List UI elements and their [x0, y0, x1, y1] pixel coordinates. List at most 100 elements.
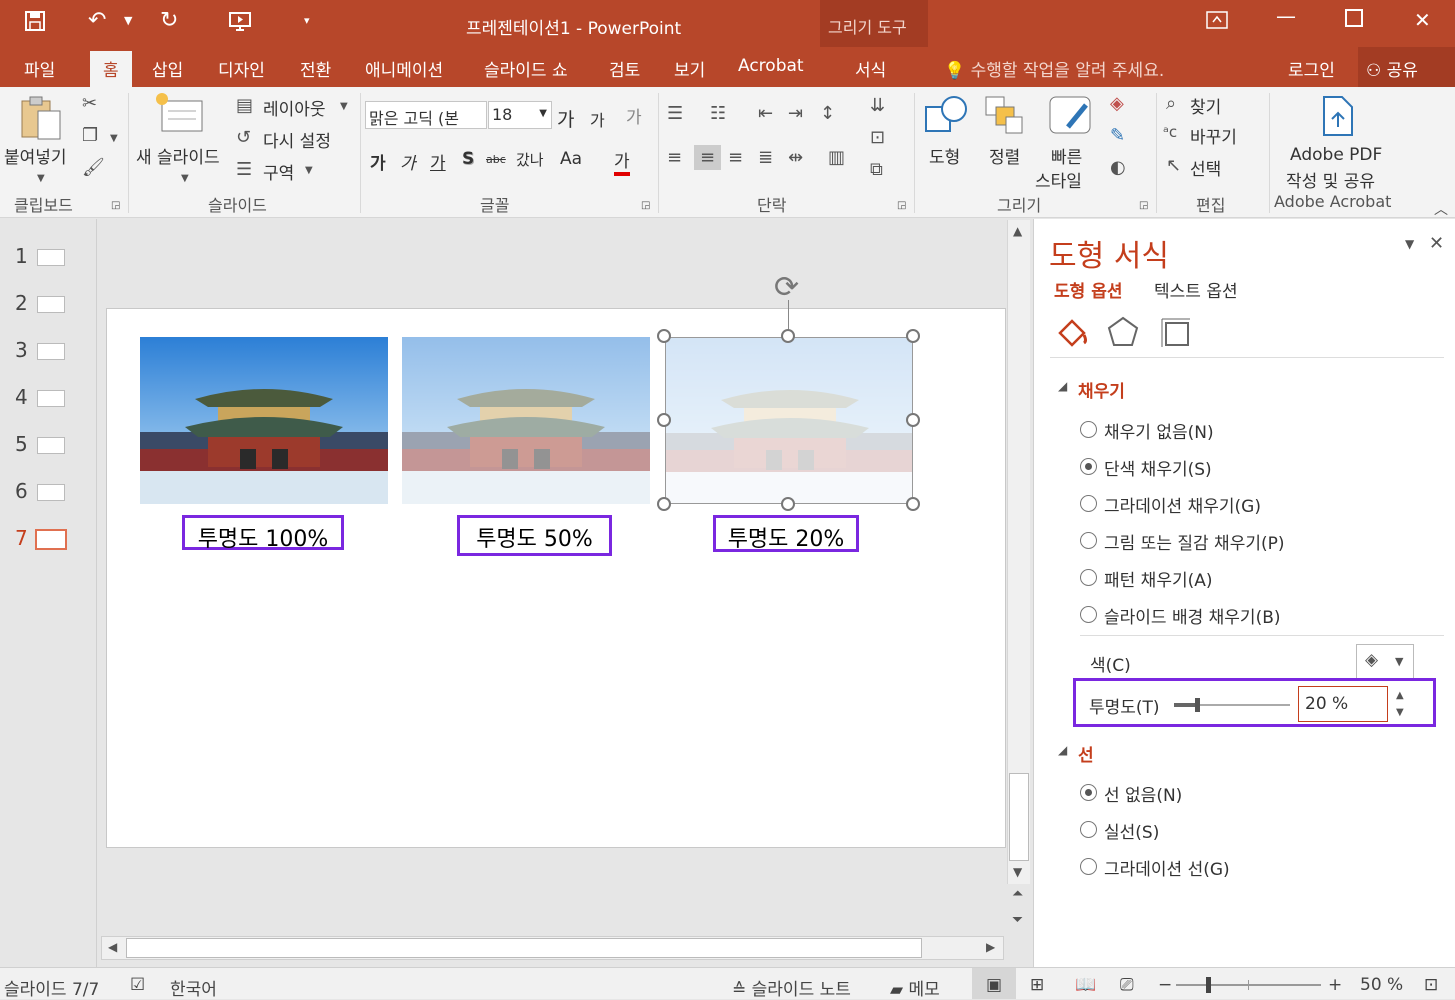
- pane-options-icon[interactable]: ▼: [1405, 237, 1414, 251]
- resize-handle-s[interactable]: [781, 497, 795, 511]
- tab-view[interactable]: 보기: [674, 56, 705, 81]
- language-indicator[interactable]: 한국어: [170, 975, 217, 1000]
- undo-dropdown-icon[interactable]: ▼: [124, 14, 132, 27]
- scroll-down-icon[interactable]: ▼: [1013, 865, 1022, 879]
- line-section-header[interactable]: 선: [1078, 741, 1094, 766]
- radio-gradient-fill[interactable]: [1080, 495, 1097, 512]
- palace-image-20[interactable]: [665, 337, 913, 504]
- section-icon[interactable]: ☰: [236, 159, 252, 180]
- tab-design[interactable]: 디자인: [218, 56, 265, 81]
- copy-icon[interactable]: ❐: [82, 125, 98, 146]
- maximize-icon[interactable]: [1345, 8, 1363, 32]
- label-opacity-20[interactable]: 투명도 20%: [713, 515, 859, 552]
- spin-up-icon[interactable]: ▲: [1396, 690, 1404, 701]
- numbering-icon[interactable]: ☷: [710, 103, 726, 124]
- tab-shape-options[interactable]: 도형 옵션: [1054, 277, 1122, 302]
- font-size-combo[interactable]: 18 ▼: [488, 101, 552, 129]
- label-opacity-50[interactable]: 투명도 50%: [457, 515, 612, 556]
- tell-me-box[interactable]: 💡 수행할 작업을 알려 주세요.: [944, 56, 1164, 81]
- section-button[interactable]: 구역: [263, 159, 294, 184]
- increase-indent-icon[interactable]: ⇥: [788, 103, 803, 124]
- scroll-right-icon[interactable]: ▶: [986, 940, 995, 954]
- resize-handle-e[interactable]: [906, 413, 920, 427]
- zoom-in-icon[interactable]: +: [1328, 975, 1342, 995]
- font-launcher-icon[interactable]: ◲: [641, 200, 650, 211]
- tab-format[interactable]: 서식: [855, 56, 886, 81]
- ribbon-display-icon[interactable]: [1206, 10, 1228, 34]
- horizontal-scrollbar[interactable]: ◀ ▶: [101, 936, 1004, 960]
- shapes-button[interactable]: 도형: [929, 143, 960, 168]
- strikethrough-button[interactable]: abc: [486, 153, 506, 166]
- radio-pattern-fill[interactable]: [1080, 569, 1097, 586]
- paste-label[interactable]: 붙여넣기: [4, 143, 67, 168]
- smartart-icon[interactable]: ⧉: [870, 159, 883, 180]
- slide-thumb-6[interactable]: [37, 484, 65, 501]
- select-icon[interactable]: ↖: [1166, 155, 1181, 176]
- slide-thumb-3[interactable]: [37, 343, 65, 360]
- paste-icon[interactable]: [18, 93, 64, 146]
- quick-styles-icon[interactable]: [1048, 93, 1094, 144]
- fill-option-2[interactable]: 그라데이션 채우기(G): [1104, 492, 1261, 517]
- shrink-font-button[interactable]: 가: [590, 107, 605, 131]
- columns-icon[interactable]: ▥: [828, 147, 845, 168]
- rotate-handle-icon[interactable]: ⟳: [774, 270, 799, 305]
- align-text-icon[interactable]: ⊡: [870, 127, 885, 148]
- scroll-thumb[interactable]: [1009, 773, 1029, 861]
- align-center-icon[interactable]: ≡: [694, 145, 722, 170]
- resize-handle-sw[interactable]: [657, 497, 671, 511]
- fill-line-icon[interactable]: [1054, 315, 1090, 356]
- line-option-2[interactable]: 그라데이션 선(G): [1104, 855, 1230, 880]
- justify-icon[interactable]: ≣: [758, 147, 773, 168]
- new-slide-label[interactable]: 새 슬라이드: [136, 143, 220, 168]
- decrease-indent-icon[interactable]: ⇤: [758, 103, 773, 124]
- line-option-0[interactable]: 선 없음(N): [1104, 781, 1182, 806]
- select-button[interactable]: 선택: [1190, 155, 1221, 180]
- bold-button[interactable]: 가: [370, 149, 386, 174]
- fill-option-3[interactable]: 그림 또는 질감 채우기(P): [1104, 529, 1285, 554]
- scroll-up-icon[interactable]: ▲: [1013, 224, 1022, 238]
- shape-effects-icon[interactable]: ◐: [1110, 157, 1126, 178]
- arrange-icon[interactable]: [982, 93, 1026, 144]
- line-spacing-icon[interactable]: ↕: [820, 103, 835, 124]
- adobe-share-label[interactable]: 작성 및 공유: [1286, 167, 1375, 192]
- label-opacity-100[interactable]: 투명도 100%: [182, 515, 344, 552]
- fit-to-window-icon[interactable]: ⊡: [1424, 975, 1438, 995]
- radio-picture-fill[interactable]: [1080, 532, 1097, 549]
- shape-fill-icon[interactable]: ◈: [1110, 93, 1124, 114]
- section-dropdown-icon[interactable]: ▼: [305, 165, 313, 176]
- layout-dropdown-icon[interactable]: ▼: [340, 101, 348, 112]
- tab-home[interactable]: 홈: [90, 51, 132, 87]
- distributed-icon[interactable]: ⇹: [788, 147, 803, 168]
- tab-insert[interactable]: 삽입: [152, 56, 183, 81]
- zoom-slider[interactable]: [1176, 977, 1321, 993]
- tab-transitions[interactable]: 전환: [300, 56, 331, 81]
- fill-option-4[interactable]: 패턴 채우기(A): [1104, 566, 1213, 591]
- change-case-button[interactable]: Aa: [560, 149, 582, 169]
- vertical-scrollbar[interactable]: ▲ ▼: [1007, 220, 1030, 884]
- normal-view-icon[interactable]: ▣: [972, 968, 1016, 999]
- radio-no-fill[interactable]: [1080, 421, 1097, 438]
- slide-thumb-2[interactable]: [37, 296, 65, 313]
- resize-handle-n[interactable]: [781, 329, 795, 343]
- fill-section-header[interactable]: 채우기: [1078, 377, 1125, 402]
- collapse-ribbon-icon[interactable]: ︿: [1434, 199, 1448, 219]
- fill-option-1[interactable]: 단색 채우기(S): [1104, 455, 1212, 480]
- tab-file[interactable]: 파일: [24, 56, 55, 81]
- font-name-combo[interactable]: 맑은 고딕 (본: [365, 101, 487, 129]
- text-direction-icon[interactable]: ⇊: [870, 95, 885, 116]
- clear-format-button[interactable]: 가: [626, 103, 642, 128]
- next-slide-icon[interactable]: ⏷: [1012, 912, 1023, 928]
- transparency-input[interactable]: 20 %: [1298, 686, 1388, 722]
- layout-button[interactable]: 레이아웃: [263, 95, 326, 120]
- arrange-button[interactable]: 정렬: [989, 143, 1020, 168]
- font-color-button[interactable]: 가: [614, 147, 630, 176]
- cut-icon[interactable]: ✂: [82, 93, 97, 114]
- zoom-out-icon[interactable]: −: [1158, 975, 1172, 995]
- spin-down-icon[interactable]: ▼: [1396, 707, 1404, 718]
- reading-view-icon[interactable]: 📖: [1075, 975, 1096, 995]
- adobe-pdf-label[interactable]: Adobe PDF: [1290, 145, 1382, 165]
- palace-image-100[interactable]: [140, 337, 388, 504]
- close-icon[interactable]: ✕: [1414, 8, 1431, 32]
- slideshow-start-icon[interactable]: [228, 10, 252, 38]
- radio-gradient-line[interactable]: [1080, 858, 1097, 875]
